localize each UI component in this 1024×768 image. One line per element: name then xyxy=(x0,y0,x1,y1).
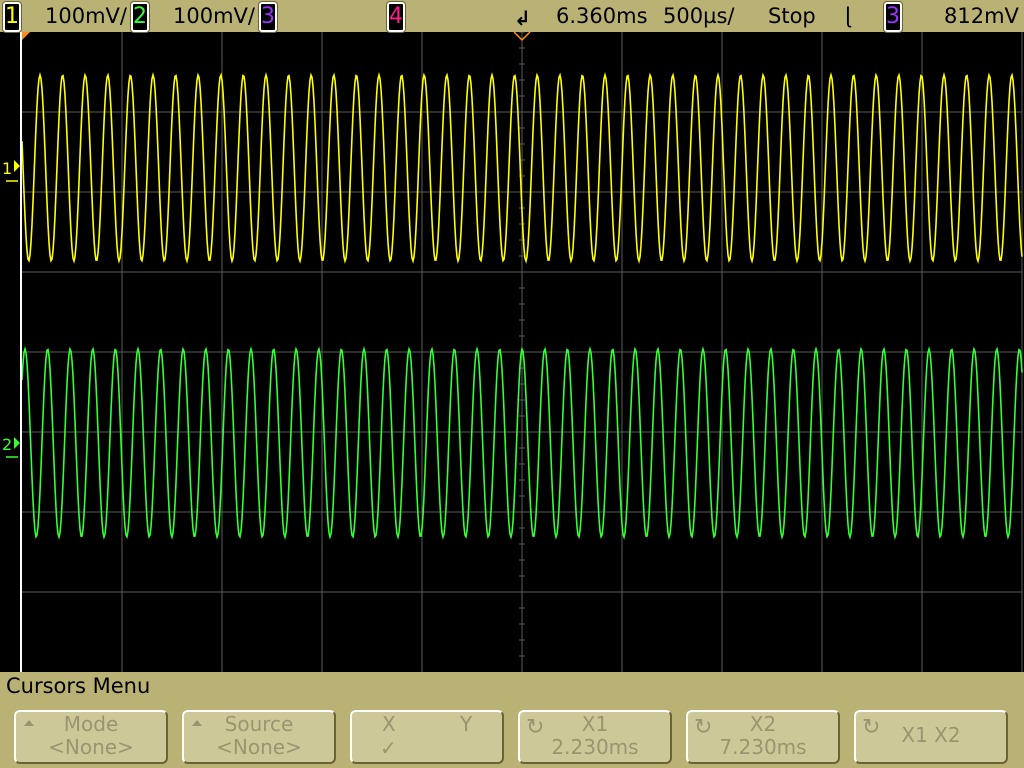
channel-1-badge[interactable]: 1 xyxy=(3,2,21,32)
x-selected-check-icon: ✓ xyxy=(380,736,397,760)
channel-2-ground-icon xyxy=(14,437,20,449)
run-status: Stop xyxy=(768,4,816,28)
x-option: X xyxy=(382,712,396,736)
x1-value: 2.230ms xyxy=(551,735,639,759)
channel-1-ground-icon xyxy=(14,160,20,172)
rotate-knob-icon: ↻ xyxy=(526,715,545,740)
rotate-knob-icon: ↻ xyxy=(862,715,881,740)
mode-value: <None> xyxy=(48,735,134,759)
trigger-source-badge[interactable]: 3 xyxy=(884,2,902,32)
rotate-knob-icon: ↻ xyxy=(694,715,713,740)
trigger-level: 812mV xyxy=(944,4,1019,28)
arrow-up-icon xyxy=(192,720,202,726)
x1-softkey[interactable]: ↻ X1 2.230ms xyxy=(518,710,672,764)
channel-2-badge[interactable]: 2 xyxy=(131,2,149,32)
channel-2-scale: 100mV/ xyxy=(173,4,255,28)
trigger-position-icon: ↲ xyxy=(514,6,531,30)
softkey-menu: Cursors Menu Mode <None> Source <None> X… xyxy=(0,672,1024,768)
channel-4-badge[interactable]: 4 xyxy=(387,2,405,32)
arrow-up-icon xyxy=(24,720,34,726)
horizontal-delay: 6.360ms xyxy=(556,4,648,28)
source-softkey[interactable]: Source <None> xyxy=(182,710,336,764)
status-bar: 1 100mV/ 2 100mV/ 3 4 ↲ 6.360ms 500µs/ S… xyxy=(0,0,1024,32)
timebase: 500µs/ xyxy=(663,4,735,28)
mode-label: Mode xyxy=(63,712,119,736)
y-option: Y xyxy=(460,712,473,736)
channel-2-marker-label: 2 xyxy=(2,435,12,454)
falling-edge-icon: ɭ xyxy=(845,4,851,28)
left-time-marker-icon xyxy=(22,32,30,40)
mode-softkey[interactable]: Mode <None> xyxy=(14,710,168,764)
xy-softkey[interactable]: X Y ✓ xyxy=(350,710,504,764)
channel-3-badge[interactable]: 3 xyxy=(259,2,277,32)
source-value: <None> xyxy=(216,735,302,759)
source-label: Source xyxy=(224,712,294,736)
waveform-display[interactable]: 1 2 xyxy=(0,32,1024,672)
menu-title: Cursors Menu xyxy=(6,674,151,698)
channel-1-marker-label: 1 xyxy=(2,159,12,178)
x2-softkey[interactable]: ↻ X2 7.230ms xyxy=(686,710,840,764)
x2-value: 7.230ms xyxy=(719,735,807,759)
x1-x2-softkey[interactable]: ↻ X1 X2 xyxy=(854,710,1008,764)
channel-2-ground-marker[interactable]: 2 xyxy=(2,435,20,458)
channel-1-scale: 100mV/ xyxy=(45,4,127,28)
channel-1-ground-marker[interactable]: 1 xyxy=(2,159,20,182)
